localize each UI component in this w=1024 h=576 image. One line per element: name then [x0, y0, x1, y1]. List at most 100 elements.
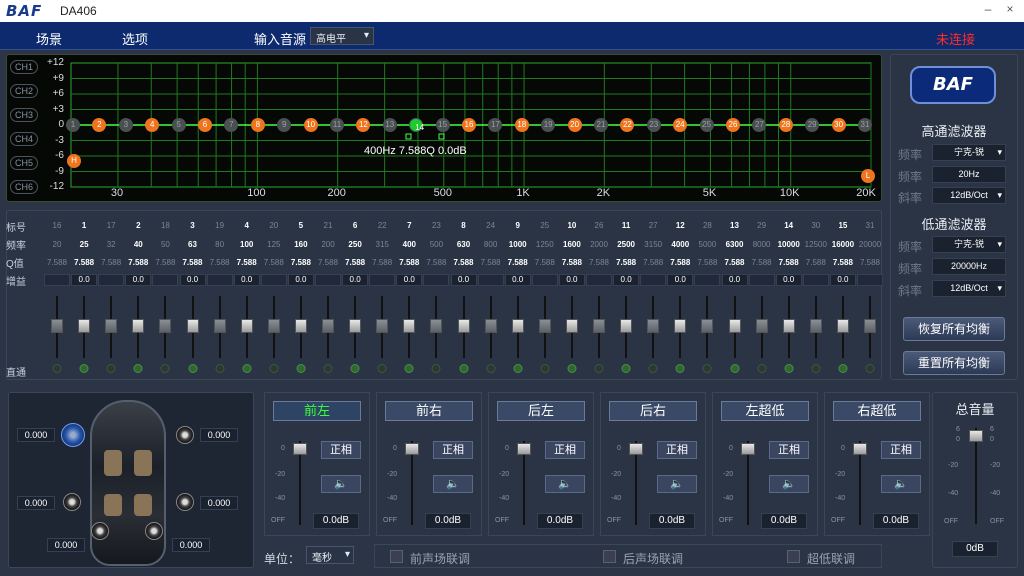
bypass-indicator[interactable] [459, 364, 468, 373]
eq-node-13[interactable]: 13 [382, 118, 397, 132]
bypass-indicator[interactable] [350, 364, 360, 373]
eq-node-14[interactable]: 14 [409, 118, 424, 132]
band-slider-knob[interactable] [728, 319, 741, 333]
output-volume-value[interactable]: 0.0dB [649, 513, 695, 529]
mute-button[interactable]: 🔈 [657, 475, 697, 493]
mute-button[interactable]: 🔈 [433, 475, 473, 493]
bypass-indicator[interactable] [79, 364, 89, 373]
band-freq[interactable]: 16000 [832, 240, 854, 249]
bypass-indicator[interactable] [188, 364, 197, 373]
eq-node-12[interactable]: 12 [356, 118, 371, 132]
phase-button[interactable]: 正相 [769, 441, 809, 459]
bypass-indicator[interactable] [730, 364, 739, 373]
mute-button[interactable]: 🔈 [881, 475, 921, 493]
reset-all-eq-button[interactable]: 重置所有均衡 [903, 351, 1005, 375]
band-slider-knob[interactable] [267, 319, 280, 333]
bypass-indicator[interactable] [377, 364, 387, 373]
eq-node-29[interactable]: 29 [805, 118, 820, 132]
band-slider-knob[interactable] [647, 319, 660, 333]
eq-node-4[interactable]: 4 [145, 118, 160, 132]
band-q[interactable]: 7.588 [481, 258, 501, 267]
bypass-indicator[interactable] [757, 364, 767, 373]
band-freq[interactable]: 1250 [536, 240, 554, 249]
bypass-indicator[interactable] [404, 364, 414, 373]
bypass-indicator[interactable] [242, 364, 252, 373]
output-channel-button[interactable]: 右超低 [833, 401, 921, 421]
band-gain[interactable]: 0.0 [667, 274, 694, 286]
band-gain[interactable]: 0.0 [396, 274, 423, 286]
lp-slope-select[interactable]: 12dB/Oct ▾ [932, 280, 1006, 297]
band-freq[interactable]: 20 [53, 240, 62, 249]
eq-node-30[interactable]: 30 [831, 118, 846, 132]
band-slider-knob[interactable] [701, 319, 714, 333]
band-freq[interactable]: 6300 [726, 240, 744, 249]
band-q[interactable]: 7.588 [210, 258, 230, 267]
band-freq[interactable]: 2000 [590, 240, 608, 249]
input-source-select[interactable]: 高电平 ▾ [310, 27, 374, 45]
bypass-indicator[interactable] [106, 364, 116, 373]
bypass-indicator[interactable] [567, 364, 577, 373]
band-gain[interactable]: 0.0 [125, 274, 152, 286]
band-q[interactable]: 7.588 [399, 258, 419, 267]
band-gain[interactable]: 0.0 [829, 274, 856, 286]
band-gain[interactable] [44, 274, 70, 286]
band-gain[interactable]: 0.0 [504, 274, 531, 286]
band-freq[interactable]: 315 [376, 240, 389, 249]
band-q[interactable]: 7.588 [860, 258, 880, 267]
band-gain[interactable] [802, 274, 829, 286]
band-gain[interactable]: 0.0 [179, 274, 206, 286]
band-slider-knob[interactable] [565, 319, 578, 333]
band-freq[interactable]: 40 [134, 240, 143, 249]
output-volume-value[interactable]: 0.0dB [313, 513, 359, 529]
band-q[interactable]: 7.588 [724, 258, 744, 267]
phase-button[interactable]: 正相 [321, 441, 361, 459]
close-button[interactable]: × [1002, 2, 1018, 18]
band-slider-knob[interactable] [240, 319, 253, 333]
bypass-indicator[interactable] [513, 364, 523, 373]
band-q[interactable]: 7.588 [508, 258, 528, 267]
band-gain[interactable] [857, 274, 883, 286]
band-slider-knob[interactable] [51, 319, 63, 333]
band-slider-knob[interactable] [593, 319, 605, 333]
band-freq[interactable]: 3150 [644, 240, 662, 249]
lowpass-marker[interactable]: L [861, 169, 875, 183]
band-gain[interactable]: 0.0 [613, 274, 640, 286]
band-q[interactable]: 7.588 [562, 258, 582, 267]
phase-button[interactable]: 正相 [545, 441, 585, 459]
band-freq[interactable]: 25 [80, 240, 89, 249]
band-freq[interactable]: 630 [457, 240, 470, 249]
bypass-indicator[interactable] [431, 364, 441, 373]
band-slider-knob[interactable] [864, 319, 876, 333]
band-freq[interactable]: 1600 [563, 240, 581, 249]
band-slider-knob[interactable] [294, 319, 307, 333]
speaker-rear-right-icon[interactable] [176, 493, 194, 511]
band-gain[interactable] [152, 274, 179, 286]
speaker-rear-left-icon[interactable] [63, 493, 81, 511]
band-slider-knob[interactable] [836, 319, 849, 333]
band-q[interactable]: 7.588 [237, 258, 257, 267]
band-slider-knob[interactable] [78, 319, 91, 333]
speaker-front-left-icon[interactable] [61, 423, 85, 447]
eq-node-8[interactable]: 8 [250, 118, 265, 132]
delay-rear-left[interactable]: 0.000 [17, 496, 55, 510]
band-freq[interactable]: 8000 [753, 240, 771, 249]
band-q[interactable]: 7.588 [291, 258, 311, 267]
band-q[interactable]: 7.588 [426, 258, 446, 267]
output-volume-knob[interactable] [853, 443, 867, 455]
band-slider-knob[interactable] [538, 319, 551, 333]
band-slider-knob[interactable] [755, 319, 768, 333]
band-q[interactable]: 7.588 [372, 258, 392, 267]
band-slider-knob[interactable] [430, 319, 443, 333]
phase-button[interactable]: 正相 [433, 441, 473, 459]
band-freq[interactable]: 800 [484, 240, 497, 249]
delay-sub-left[interactable]: 0.000 [47, 538, 85, 552]
band-q[interactable]: 7.588 [182, 258, 202, 267]
eq-node-9[interactable]: 9 [277, 118, 292, 132]
band-gain[interactable] [260, 274, 287, 286]
band-q[interactable]: 7.588 [752, 258, 772, 267]
band-gain[interactable] [315, 274, 341, 286]
eq-node-5[interactable]: 5 [171, 118, 186, 132]
band-slider-knob[interactable] [457, 319, 470, 333]
eq-node-6[interactable]: 6 [198, 118, 212, 132]
eq-node-21[interactable]: 21 [594, 118, 608, 132]
